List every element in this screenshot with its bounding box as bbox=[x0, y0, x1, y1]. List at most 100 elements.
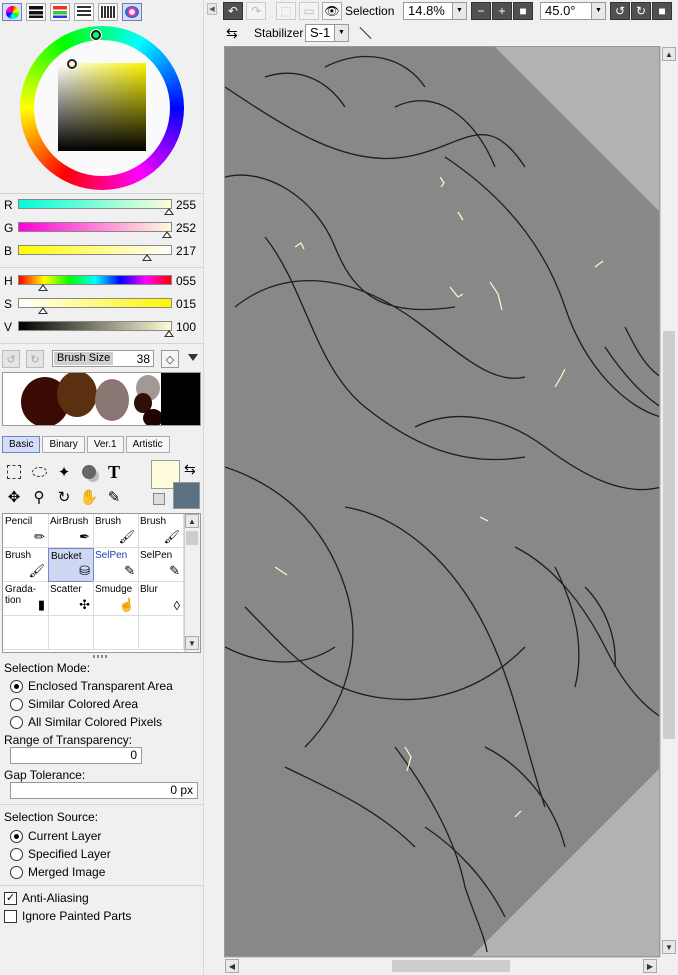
swatch-grid-tab[interactable] bbox=[98, 3, 118, 21]
lasso-icon[interactable] bbox=[28, 461, 50, 483]
scratchpad-tab[interactable] bbox=[122, 3, 142, 21]
background-color[interactable] bbox=[173, 482, 200, 509]
tab-binary[interactable]: Binary bbox=[42, 436, 85, 453]
mode-enclosed-transparent[interactable]: Enclosed Transparent Area bbox=[10, 678, 173, 694]
h-slider-thumb[interactable] bbox=[38, 284, 48, 291]
horizontal-scrollbar[interactable]: ◀ ▶ bbox=[224, 957, 660, 973]
vertical-scroll-thumb[interactable] bbox=[663, 331, 675, 739]
mode-all-similar-pixels[interactable]: All Similar Colored Pixels bbox=[10, 714, 162, 730]
brush-cell[interactable]: Blur ◊ bbox=[138, 582, 184, 616]
checkbox-icon[interactable] bbox=[4, 909, 17, 923]
collapse-panel-icon[interactable]: ◀ bbox=[207, 3, 217, 15]
hand-icon[interactable]: ✋ bbox=[78, 486, 100, 508]
r-value[interactable]: 255 bbox=[176, 198, 196, 212]
vertical-scrollbar[interactable]: ▲ ▼ bbox=[660, 46, 676, 957]
brush-cell[interactable]: SelPen ✎ bbox=[93, 548, 139, 582]
text-tool-icon[interactable]: T bbox=[103, 461, 125, 483]
horizontal-scroll-thumb[interactable] bbox=[392, 960, 510, 972]
magic-wand-icon[interactable]: ✦ bbox=[53, 461, 75, 483]
g-slider-thumb[interactable] bbox=[162, 231, 172, 238]
brush-cell[interactable]: Bucket ⛁ bbox=[48, 548, 94, 582]
color-wheel-tab[interactable] bbox=[2, 3, 22, 21]
zoom-in-icon[interactable]: + bbox=[492, 2, 512, 20]
zoom-select[interactable]: 14.8% ▼ bbox=[403, 2, 467, 20]
rotate-ccw-icon[interactable]: ↺ bbox=[610, 2, 630, 20]
h-value[interactable]: 055 bbox=[176, 274, 196, 288]
chevron-down-icon[interactable]: ▼ bbox=[591, 3, 605, 19]
b-value[interactable]: 217 bbox=[176, 244, 196, 258]
rotation-select[interactable]: 45.0° ▼ bbox=[540, 2, 606, 20]
transparent-color-icon[interactable] bbox=[153, 493, 165, 505]
b-slider-thumb[interactable] bbox=[142, 254, 152, 261]
swap-colors-icon[interactable]: ⇆ bbox=[184, 461, 196, 478]
checkmark-icon[interactable]: ✓ bbox=[4, 891, 17, 905]
brush-size-field[interactable]: Brush Size 38 bbox=[52, 350, 154, 367]
panel-splitter[interactable]: ◀ bbox=[203, 0, 219, 975]
tab-ver1[interactable]: Ver.1 bbox=[86, 436, 124, 453]
range-of-transparency-field[interactable]: 0 bbox=[10, 747, 142, 764]
scroll-thumb[interactable] bbox=[186, 531, 198, 545]
brush-cell-empty[interactable] bbox=[138, 616, 184, 650]
rect-select-icon[interactable] bbox=[3, 461, 25, 483]
brush-cell-empty[interactable] bbox=[3, 616, 49, 650]
scroll-down-icon[interactable]: ▼ bbox=[662, 940, 676, 954]
source-current-layer[interactable]: Current Layer bbox=[10, 828, 101, 844]
g-value[interactable]: 252 bbox=[176, 221, 196, 235]
undo-brush-icon[interactable]: ↺ bbox=[2, 350, 20, 368]
show-selection-icon[interactable]: 👁 bbox=[322, 2, 342, 20]
brush-cell[interactable]: SelPen ✎ bbox=[138, 548, 184, 582]
artwork-canvas[interactable] bbox=[225, 47, 660, 957]
sv-marker[interactable] bbox=[67, 59, 77, 69]
chevron-down-icon[interactable]: ▼ bbox=[452, 3, 466, 19]
anti-aliasing-checkbox[interactable]: ✓ Anti-Aliasing bbox=[4, 890, 89, 906]
brush-cell-empty[interactable] bbox=[48, 616, 94, 650]
scroll-down-icon[interactable]: ▼ bbox=[185, 636, 199, 650]
flip-icon[interactable]: ⇆ bbox=[226, 25, 238, 42]
chevron-down-icon[interactable]: ▼ bbox=[334, 25, 348, 41]
rotate-reset-icon[interactable]: ■ bbox=[652, 2, 672, 20]
rotated-canvas[interactable] bbox=[225, 47, 660, 957]
eyedropper-icon[interactable]: ✎ bbox=[103, 486, 125, 508]
brush-cell-empty[interactable] bbox=[93, 616, 139, 650]
eraser-toggle-icon[interactable]: ◇ bbox=[161, 350, 179, 368]
v-slider[interactable] bbox=[18, 321, 172, 331]
radio-icon[interactable] bbox=[10, 679, 23, 693]
scroll-right-icon[interactable]: ▶ bbox=[643, 959, 657, 973]
swatch-near-black[interactable] bbox=[143, 409, 163, 425]
swatch-black[interactable] bbox=[161, 373, 200, 425]
source-specified-layer[interactable]: Specified Layer bbox=[10, 846, 111, 862]
brush-size-dropdown-icon[interactable] bbox=[188, 354, 198, 361]
gap-tolerance-field[interactable]: 0 px bbox=[10, 782, 198, 799]
brush-cell[interactable]: Brush 🖌 bbox=[93, 514, 139, 548]
swatch-brown[interactable] bbox=[57, 373, 97, 417]
swatch-list-tab[interactable] bbox=[74, 3, 94, 21]
source-merged-image[interactable]: Merged Image bbox=[10, 864, 105, 880]
scroll-left-icon[interactable]: ◀ bbox=[225, 959, 239, 973]
mode-similar-colored-area[interactable]: Similar Colored Area bbox=[10, 696, 138, 712]
swatch-grey-brown[interactable] bbox=[95, 379, 129, 421]
brush-cell[interactable]: AirBrush ✒ bbox=[48, 514, 94, 548]
grip-handle[interactable] bbox=[93, 655, 109, 658]
invert-selection-icon[interactable]: ▭ bbox=[299, 2, 319, 20]
saturation-value-square[interactable] bbox=[58, 63, 146, 151]
radio-icon[interactable] bbox=[10, 847, 23, 861]
scroll-up-icon[interactable]: ▲ bbox=[185, 514, 199, 528]
rotate-cw-icon[interactable]: ↻ bbox=[631, 2, 651, 20]
stabilizer-select[interactable]: S-1 ▼ bbox=[305, 24, 349, 42]
brush-grid-scrollbar[interactable]: ▲ ▼ bbox=[184, 514, 200, 652]
deselect-icon[interactable]: ⬚ bbox=[276, 2, 296, 20]
radio-icon[interactable] bbox=[10, 829, 23, 843]
zoom-reset-icon[interactable]: ■ bbox=[513, 2, 533, 20]
zoom-out-icon[interactable]: − bbox=[471, 2, 491, 20]
r-slider[interactable] bbox=[18, 199, 172, 209]
g-slider[interactable] bbox=[18, 222, 172, 232]
rgb-slider-tab[interactable] bbox=[26, 3, 46, 21]
brush-cell[interactable]: Brush 🖌 bbox=[138, 514, 184, 548]
radio-icon[interactable] bbox=[10, 697, 23, 711]
ignore-painted-checkbox[interactable]: Ignore Painted Parts bbox=[4, 908, 131, 924]
s-slider-thumb[interactable] bbox=[38, 307, 48, 314]
brush-cell[interactable]: Brush 🖌 bbox=[3, 548, 49, 582]
hue-marker[interactable] bbox=[91, 30, 101, 40]
v-slider-thumb[interactable] bbox=[164, 330, 174, 337]
redo-brush-icon[interactable]: ↻ bbox=[26, 350, 44, 368]
